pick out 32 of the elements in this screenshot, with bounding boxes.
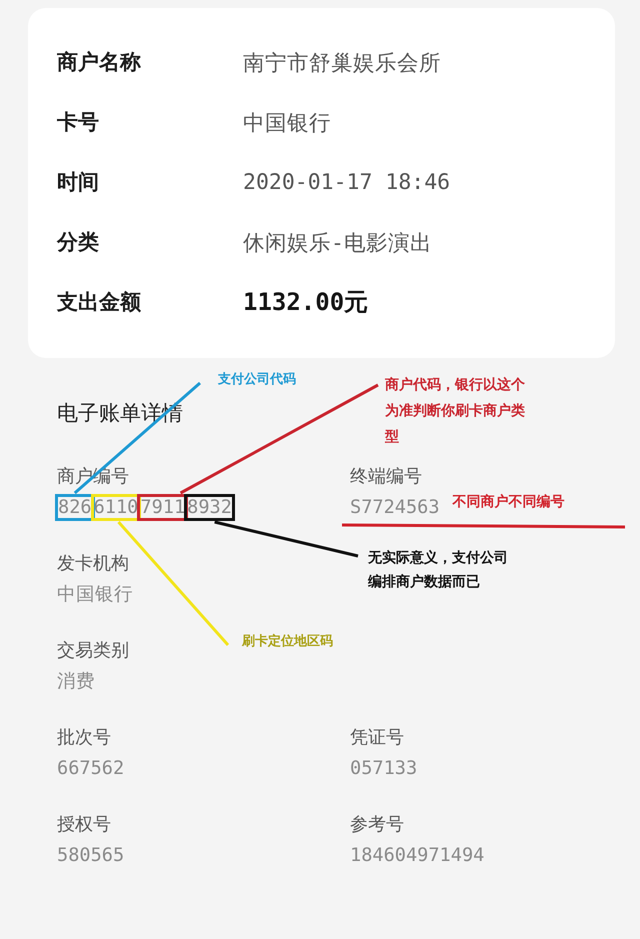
- field-label: 交易类别: [57, 639, 129, 663]
- annotation-note: 商户代码，银行以这个为准判断你刷卡商户类型: [385, 376, 526, 447]
- field-label: 终端编号: [350, 465, 422, 489]
- field-label: 支出金额: [57, 289, 141, 316]
- field-label: 分类: [57, 229, 99, 256]
- field-value: 184604971494: [350, 844, 484, 868]
- field-label: 时间: [57, 169, 99, 196]
- boxed-digits: 826: [55, 494, 95, 521]
- field-label: 商户名称: [57, 49, 141, 76]
- field-label: 参考号: [350, 813, 404, 837]
- field-value: S7724563: [350, 496, 440, 520]
- field-label: 发卡机构: [57, 552, 129, 576]
- field-value: 667562: [57, 757, 124, 781]
- field-value: 580565: [57, 844, 124, 868]
- amount-value: 1132.00元: [243, 287, 368, 318]
- field-label: 凭证号: [350, 726, 404, 750]
- field-value: 中国银行: [243, 110, 331, 136]
- field-value: 休闲娱乐-电影演出: [243, 230, 432, 256]
- field-value: 南宁市舒巢娱乐会所: [243, 50, 441, 76]
- field-label: 卡号: [57, 109, 99, 136]
- boxed-digits: 7911: [137, 494, 188, 521]
- field-label: 批次号: [57, 726, 111, 750]
- field-value: 2020-01-17 18:46: [243, 170, 450, 194]
- field-value: 057133: [350, 757, 418, 781]
- annotation-note: 刷卡定位地区码: [242, 632, 333, 651]
- field-label: 授权号: [57, 813, 111, 837]
- field-value: 消费: [57, 670, 95, 694]
- annotation-note: 不同商户不同编号: [452, 492, 565, 512]
- annotation-note: 支付公司代码: [218, 371, 296, 389]
- boxed-digits: 8932: [184, 494, 235, 521]
- field-value: 中国银行: [57, 583, 133, 607]
- annotation-note: 无实际意义，支付公司编排商户数据而已: [368, 548, 509, 592]
